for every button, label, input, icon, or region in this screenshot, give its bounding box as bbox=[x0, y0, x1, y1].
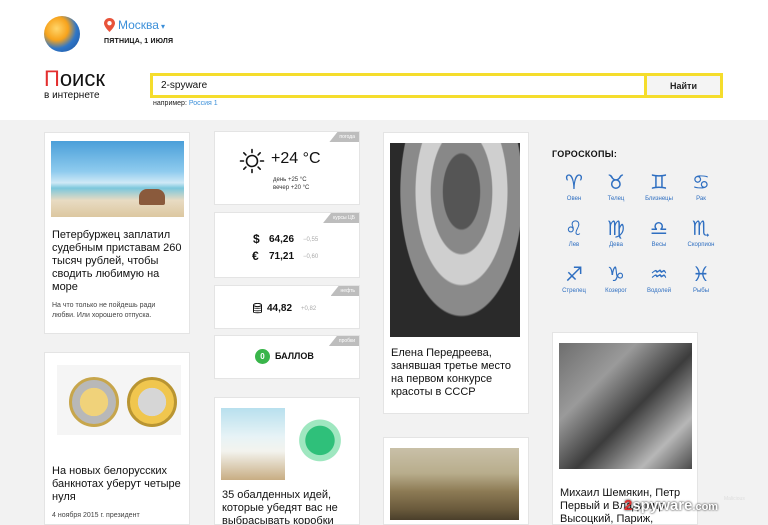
current-date: ПЯТНИЦА, 1 ИЮЛЯ bbox=[104, 38, 174, 45]
usd-icon: $ bbox=[253, 232, 260, 246]
taurus-icon: ♉ bbox=[607, 170, 625, 194]
beauty-photo bbox=[390, 143, 520, 337]
painting-photo bbox=[390, 448, 519, 520]
zodiac-libra[interactable]: ♎ Весы bbox=[639, 216, 679, 248]
coins-stack-icon bbox=[253, 303, 262, 314]
zodiac-pisces[interactable]: ♓ Рыбы bbox=[681, 262, 721, 294]
zodiac-capricorn[interactable]: ♑ Козерог bbox=[596, 262, 636, 294]
city-selector[interactable]: Москва ▾ bbox=[118, 18, 165, 32]
zodiac-taurus[interactable]: ♉ Телец bbox=[596, 170, 636, 202]
sagittarius-icon: ♐ bbox=[565, 262, 583, 286]
location-pin-icon[interactable] bbox=[104, 18, 115, 32]
search-logo[interactable]: Поиск bbox=[44, 68, 105, 90]
libra-icon: ♎ bbox=[650, 216, 668, 240]
cancer-icon: ♋ bbox=[692, 170, 710, 194]
watermark-sub: Malicious bbox=[724, 496, 745, 502]
zodiac-leo[interactable]: ♌ Лев bbox=[554, 216, 594, 248]
currency-widget[interactable]: курсы ЦБ $ 64,26 −0,55 € 71,21 −0,60 bbox=[214, 212, 360, 278]
traffic-widget[interactable]: пробки 0 БАЛЛОВ bbox=[214, 335, 360, 379]
capricorn-icon: ♑ bbox=[607, 262, 625, 286]
news-subtitle: На что только не пойдешь ради любви. Или… bbox=[52, 302, 156, 319]
oil-price: 44,82 bbox=[267, 303, 293, 314]
eur-icon: € bbox=[252, 249, 259, 263]
sun-icon bbox=[239, 148, 265, 174]
news-card-beach[interactable]: Петербуржец заплатил судебным приставам … bbox=[44, 132, 190, 334]
eur-change: −0,60 bbox=[303, 254, 319, 260]
oil-tag: нефть bbox=[330, 286, 359, 296]
news-title[interactable]: На новых белорусских банкнотах уберут че… bbox=[52, 465, 186, 504]
chevron-down-icon: ▾ bbox=[160, 22, 165, 31]
search-example-link[interactable]: Россия 1 bbox=[189, 100, 218, 107]
news-title[interactable]: 35 обалденных идей, которые убедят вас н… bbox=[222, 489, 356, 524]
news-subtitle: 4 ноября 2015 г. президент bbox=[52, 512, 140, 519]
gemini-icon: ♊ bbox=[650, 170, 668, 194]
eur-rate: 71,21 bbox=[269, 251, 295, 262]
traffic-points: 0 bbox=[255, 349, 270, 364]
virgo-icon: ♍ bbox=[607, 216, 625, 240]
zodiac-aquarius[interactable]: ♒ Водолей bbox=[639, 262, 679, 294]
news-card-painting[interactable] bbox=[383, 437, 529, 525]
news-title[interactable]: Петербуржец заплатил судебным приставам … bbox=[52, 229, 186, 294]
leo-icon: ♌ bbox=[565, 216, 583, 240]
weather-widget[interactable]: погода +24 °C день +25 °C вечер +20 °C bbox=[214, 131, 360, 205]
coins-photo bbox=[57, 365, 181, 435]
horoscope-title: ГОРОСКОПЫ: bbox=[552, 149, 618, 159]
city-name: Москва bbox=[118, 18, 159, 32]
news-card-boxes[interactable]: 35 обалденных идей, которые убедят вас н… bbox=[214, 397, 360, 525]
evening-temperature: вечер +20 °C bbox=[273, 185, 310, 191]
usd-change: −0,55 bbox=[303, 237, 319, 243]
zodiac-gemini[interactable]: ♊ Близнецы bbox=[639, 170, 679, 202]
current-temperature: +24 °C bbox=[271, 150, 321, 167]
news-card-beauty[interactable]: Елена Передреева, занявшая третье место … bbox=[383, 132, 529, 414]
zodiac-virgo[interactable]: ♍ Дева bbox=[596, 216, 636, 248]
aquarius-icon: ♒ bbox=[650, 262, 668, 286]
chandelier-photo bbox=[287, 408, 353, 480]
news-title[interactable]: Елена Передреева, занявшая третье место … bbox=[391, 347, 525, 399]
pisces-icon: ♓ bbox=[692, 262, 710, 286]
zodiac-aries[interactable]: ♈ Овен bbox=[554, 170, 594, 202]
beach-photo bbox=[51, 141, 184, 217]
oil-widget[interactable]: нефть 44,82 +0,82 bbox=[214, 285, 360, 329]
day-temperature: день +25 °C bbox=[273, 177, 307, 183]
oil-change: +0,82 bbox=[301, 306, 317, 312]
search-logo-subtitle: в интернете bbox=[44, 90, 100, 101]
hats-photo bbox=[559, 343, 692, 469]
search-example: например: Россия 1 bbox=[153, 100, 218, 107]
currency-tag: курсы ЦБ bbox=[323, 213, 359, 223]
traffic-points-label: БАЛЛОВ bbox=[275, 351, 314, 361]
aries-icon: ♈ bbox=[565, 170, 583, 194]
zodiac-cancer[interactable]: ♋ Рак bbox=[681, 170, 721, 202]
search-header: Поиск в интернете Найти например: Россия… bbox=[0, 60, 768, 120]
boxes-photo bbox=[221, 408, 285, 480]
zodiac-sagittarius[interactable]: ♐ Стрелец bbox=[554, 262, 594, 294]
search-box: Найти bbox=[150, 73, 723, 98]
search-button[interactable]: Найти bbox=[644, 76, 720, 95]
weather-tag: погода bbox=[329, 132, 359, 142]
top-bar: Москва ▾ ПЯТНИЦА, 1 ИЮЛЯ bbox=[0, 0, 768, 60]
traffic-tag: пробки bbox=[328, 336, 359, 346]
watermark: 2spyware.com bbox=[624, 497, 719, 514]
usd-rate: 64,26 bbox=[269, 234, 295, 245]
search-input[interactable] bbox=[153, 76, 644, 95]
news-card-coins[interactable]: На новых белорусских банкнотах уберут че… bbox=[44, 352, 190, 525]
browser-logo-icon[interactable] bbox=[44, 16, 80, 52]
zodiac-scorpio[interactable]: ♏ Скорпион bbox=[681, 216, 721, 248]
scorpio-icon: ♏ bbox=[692, 216, 710, 240]
